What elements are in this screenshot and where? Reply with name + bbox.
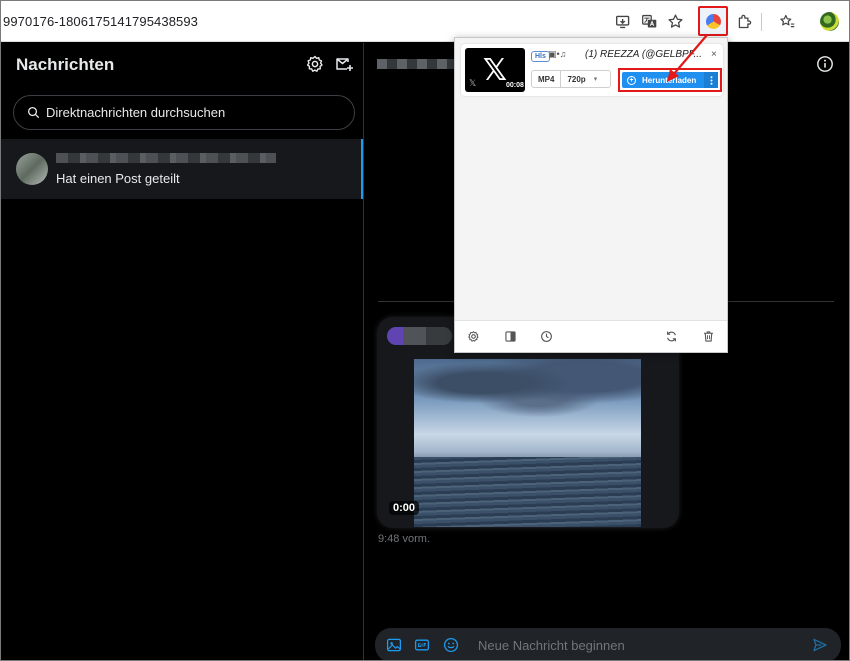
- video-frame-clouds: [414, 359, 641, 419]
- toolbar-separator: [761, 13, 762, 31]
- new-message-icon[interactable]: [334, 54, 354, 74]
- annotation-arrow: [667, 34, 708, 82]
- history-clock-icon[interactable]: [540, 330, 553, 343]
- conversation-item[interactable]: Hat einen Post geteilt: [1, 139, 363, 199]
- quality-value: 720p: [567, 74, 586, 84]
- video-player[interactable]: [414, 359, 641, 527]
- settings-gear-icon[interactable]: [305, 54, 325, 74]
- chat-header-name-blurred: [377, 59, 457, 69]
- settings-gear-icon[interactable]: [467, 330, 480, 343]
- format-quality-select[interactable]: MP4 720p ▾: [531, 70, 611, 88]
- bookmarks-list-icon[interactable]: [777, 11, 797, 31]
- video-duration: 00:08: [506, 82, 524, 89]
- download-plus-icon: +: [627, 75, 636, 85]
- x-logo-icon: 𝕏: [482, 52, 508, 88]
- extension-logo-icon: [705, 13, 721, 29]
- message-time: 9:48 vorm.: [378, 533, 430, 545]
- dm-search-placeholder: Direktnachrichten durchsuchen: [46, 105, 226, 120]
- message-input[interactable]: Neue Nachricht beginnen: [478, 638, 625, 653]
- chevron-down-icon: ▾: [593, 76, 598, 83]
- translate-icon[interactable]: [639, 11, 659, 31]
- format-value: MP4: [532, 71, 562, 87]
- conversation-preview: Hat einen Post geteilt: [56, 171, 180, 186]
- extensions-puzzle-icon[interactable]: [734, 11, 754, 31]
- dm-search-input[interactable]: Direktnachrichten durchsuchen: [13, 95, 355, 130]
- info-icon[interactable]: [816, 55, 834, 73]
- search-icon: [27, 106, 40, 119]
- x-small-logo-icon: 𝕏: [469, 78, 477, 88]
- media-image-icon[interactable]: [386, 637, 402, 653]
- popup-footer-toolbar: [455, 320, 727, 352]
- browser-toolbar: 9970176-1806175141795438593: [1, 1, 849, 42]
- send-icon[interactable]: [812, 637, 828, 653]
- conversation-name-blurred: [56, 153, 276, 163]
- media-type-icons: ▣•♫: [548, 49, 567, 59]
- emoji-icon[interactable]: [443, 637, 459, 653]
- video-frame-sea: [414, 457, 641, 527]
- video-timestamp: 0:00: [389, 501, 420, 515]
- gif-icon[interactable]: [414, 637, 430, 653]
- post-author-blurred: [387, 327, 452, 345]
- bookmark-star-icon[interactable]: [665, 11, 685, 31]
- screenshot-frame: 9970176-1806175141795438593 Nachrichten: [0, 0, 850, 661]
- address-bar-url[interactable]: 9970176-1806175141795438593: [3, 14, 198, 29]
- video-thumbnail[interactable]: 𝕏 𝕏 00:08: [465, 48, 525, 92]
- messages-title: Nachrichten: [16, 55, 115, 74]
- install-app-icon[interactable]: [613, 11, 633, 31]
- message-compose-bar: Neue Nachricht beginnen: [375, 628, 841, 660]
- conversation-avatar: [16, 153, 48, 185]
- sidepanel-icon[interactable]: [504, 330, 517, 343]
- refresh-icon[interactable]: [665, 330, 678, 343]
- delete-trash-icon[interactable]: [702, 330, 715, 343]
- profile-avatar[interactable]: [820, 12, 839, 31]
- messages-sidebar: Nachrichten Direktnachrichten durchsuche…: [1, 43, 364, 660]
